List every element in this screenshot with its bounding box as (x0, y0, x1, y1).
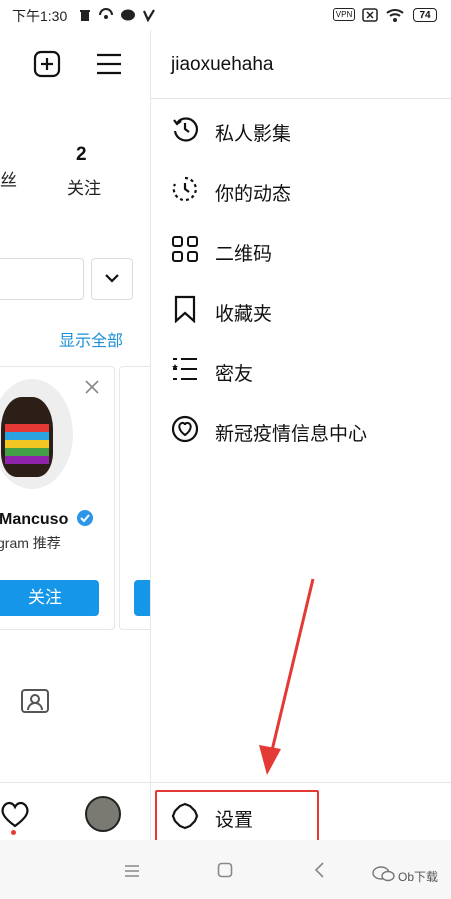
trash-icon (80, 10, 90, 21)
create-post-icon[interactable] (33, 50, 61, 78)
menu-item-label: 私人影集 (215, 124, 292, 145)
followers-label: 丝 (0, 171, 17, 190)
menu-item-label: 收藏夹 (215, 304, 273, 325)
activity-icon (172, 176, 197, 202)
wifi-icon (386, 9, 404, 22)
watermark-text: Ob下载 (398, 870, 439, 884)
bookmark-icon (174, 295, 196, 323)
archive-clock-icon (173, 117, 198, 142)
verified-badge-icon (76, 510, 93, 526)
close-icon[interactable] (84, 379, 100, 395)
status-bar: 下午1:30 VPN 74 (0, 0, 451, 30)
drawer-divider (151, 98, 451, 99)
hamburger-menu-icon[interactable] (95, 52, 123, 76)
menu-item-label: 你的动态 (215, 184, 292, 205)
following-label[interactable]: 关注 (67, 174, 101, 199)
menu-item-label: 新冠疫情信息中心 (215, 424, 368, 445)
suggestion-source: gram 推荐 (0, 535, 61, 551)
qr-code-icon (172, 236, 198, 262)
covid-info-icon (171, 415, 199, 443)
tab-bar-divider (0, 782, 150, 783)
edit-profile-button[interactable] (0, 258, 84, 300)
vpn-badge: VPN (333, 8, 355, 21)
recent-apps-icon[interactable] (124, 864, 140, 878)
back-icon[interactable] (313, 862, 325, 878)
menu-item-label: 二维码 (215, 244, 273, 265)
profile-avatar-tab[interactable] (85, 796, 121, 832)
battery-indicator: 74 (413, 8, 437, 22)
suggestion-card-next[interactable] (119, 366, 150, 630)
signal-loop-icon (99, 8, 113, 19)
menu-item-close-friends[interactable]: 密友 (151, 340, 451, 400)
tagged-photos-icon[interactable] (20, 686, 50, 714)
notification-dot (11, 830, 16, 835)
no-sim-icon (362, 8, 378, 22)
suggestion-card[interactable]: Mancuso gram 推荐 关注 (0, 366, 115, 630)
message-bubble-icon (121, 9, 135, 21)
menu-item-covid-info[interactable]: 新冠疫情信息中心 (151, 400, 451, 460)
follow-button-next[interactable] (134, 580, 150, 616)
annotation-arrow (259, 578, 315, 775)
wechat-icon (372, 866, 395, 882)
menu-item-archive[interactable]: 私人影集 (151, 100, 451, 160)
drawer-bottom-divider (151, 782, 451, 783)
suggestion-avatar (0, 379, 73, 489)
drawer-username: jiaoxuehaha (171, 54, 274, 75)
settings-highlight-box (155, 790, 319, 844)
menu-item-activity[interactable]: 你的动态 (151, 160, 451, 220)
home-icon[interactable] (217, 862, 233, 878)
close-friends-icon (172, 358, 197, 380)
suggestions-toggle-button[interactable] (91, 258, 133, 300)
follow-button[interactable]: 关注 (0, 580, 99, 616)
show-all-link[interactable]: 显示全部 (59, 327, 123, 351)
v-check-icon (142, 9, 155, 22)
menu-item-label: 密友 (215, 364, 254, 385)
chevron-down-icon (105, 274, 119, 283)
menu-item-saved[interactable]: 收藏夹 (151, 280, 451, 340)
following-count[interactable]: 2 (76, 144, 87, 166)
system-nav-bar: Ob下载 (0, 840, 451, 899)
status-time: 下午1:30 (12, 8, 68, 24)
menu-item-qr-code[interactable]: 二维码 (151, 220, 451, 280)
heart-icon[interactable] (0, 800, 30, 830)
profile-background: 丝 2 关注 显示全部 Mancuso gram 推荐 关注 (0, 30, 150, 790)
side-drawer: jiaoxuehaha 私人影集 你的动态 二维码 收藏夹 密友 新冠疫情信息中… (150, 30, 451, 844)
suggestion-name: Mancuso (0, 509, 94, 529)
